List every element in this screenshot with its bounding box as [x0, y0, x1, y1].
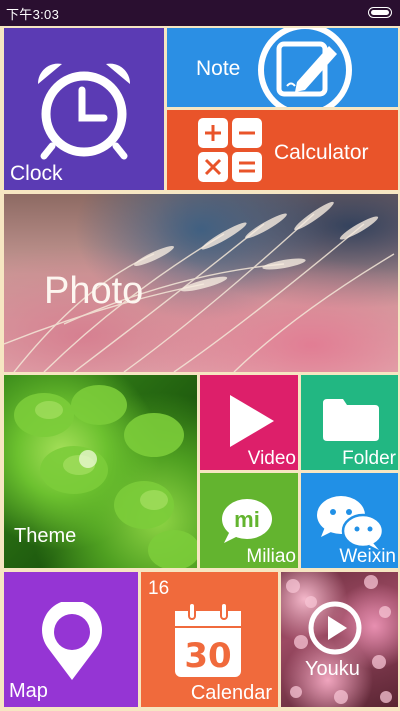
status-time: 下午3:03 — [6, 7, 60, 22]
tile-label: Folder — [342, 448, 396, 469]
miliao-icon-text: mi — [234, 507, 260, 532]
battery-full-icon — [368, 7, 392, 18]
calendar-date-small: 16 — [148, 578, 170, 599]
tile-label: Calculator — [274, 141, 369, 164]
tile-label: Calendar — [190, 682, 272, 704]
folder-icon — [323, 399, 379, 441]
tile-label: Youku — [305, 658, 360, 680]
calculator-icon — [198, 118, 262, 182]
tile-label: Weixin — [339, 546, 396, 567]
calendar-date-big: 30 — [184, 636, 232, 676]
tile-miliao[interactable]: mi Miliao — [200, 473, 298, 568]
wechat-icon — [317, 496, 385, 550]
tile-note[interactable]: Note — [167, 28, 398, 107]
tile-calculator[interactable]: Calculator — [167, 110, 398, 190]
tile-folder[interactable]: Folder — [301, 375, 398, 470]
note-pencil-icon — [258, 28, 352, 107]
tile-label: Video — [247, 448, 296, 469]
miliao-bubble-icon: mi — [222, 499, 272, 543]
tile-calendar[interactable]: 16 30 Calendar — [141, 572, 278, 707]
tile-theme[interactable]: Theme — [4, 375, 197, 568]
tile-label: Miliao — [246, 546, 296, 567]
tile-label: Theme — [14, 525, 77, 547]
play-circle-icon — [286, 575, 392, 704]
tile-label: Map — [9, 680, 48, 702]
tile-label: Clock — [10, 162, 63, 185]
tile-youku[interactable]: Youku — [281, 572, 398, 707]
play-icon — [230, 395, 274, 447]
tile-label: Photo — [44, 270, 144, 312]
map-pin-icon — [42, 602, 102, 680]
tile-clock[interactable]: Clock — [4, 28, 164, 190]
status-bar: 下午3:03 — [0, 0, 400, 26]
tile-weixin[interactable]: Weixin — [301, 473, 398, 568]
tile-map[interactable]: Map — [4, 572, 138, 707]
alarm-clock-icon — [37, 63, 131, 160]
tile-video[interactable]: Video — [200, 375, 298, 470]
tile-label: Note — [196, 57, 241, 80]
tile-photo[interactable]: Photo — [4, 194, 398, 372]
